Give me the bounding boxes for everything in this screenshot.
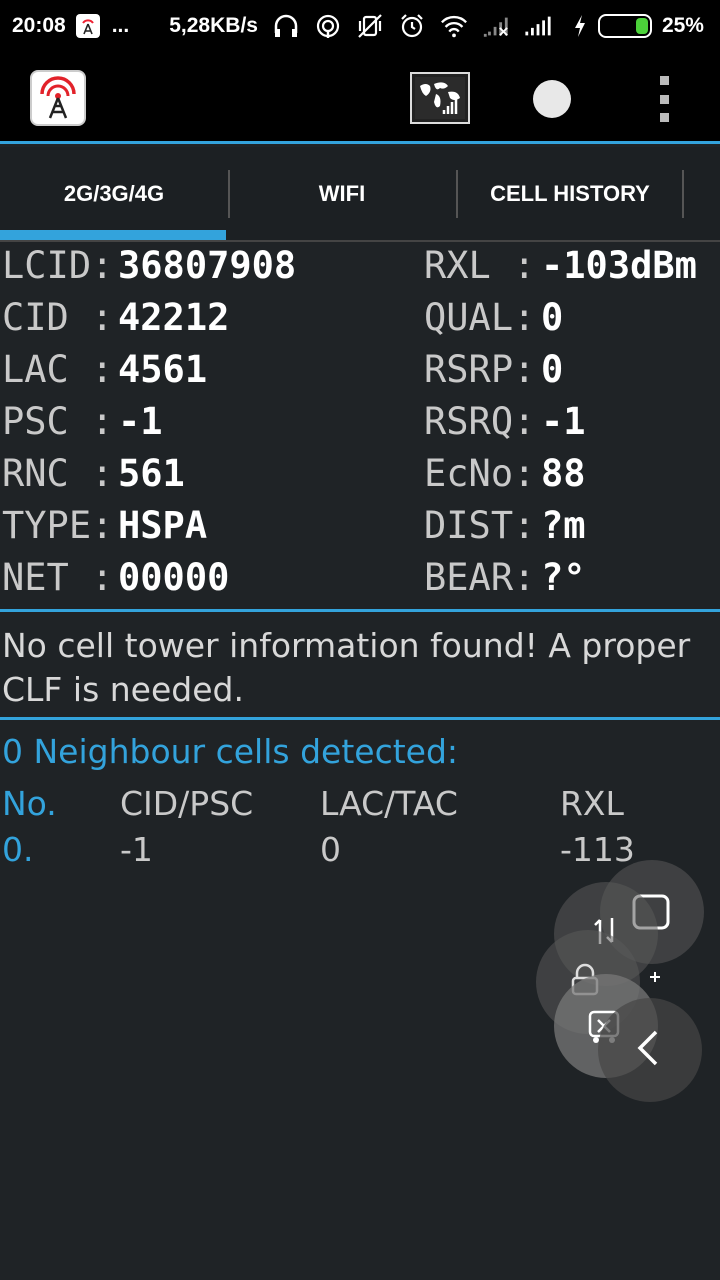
info-label: NET :	[2, 556, 114, 599]
info-label: RSRQ:	[424, 400, 536, 443]
charging-icon	[566, 12, 594, 40]
info-row: LCID: 36807908 RXL : -103dBm	[0, 244, 720, 296]
cell-info-panel: LCID: 36807908 RXL : -103dBm CID : 42212…	[0, 244, 720, 608]
tab-bar: 2G/3G/4G WIFI CELL HISTORY	[0, 147, 720, 242]
info-label: TYPE:	[2, 504, 114, 547]
more-notifications: ...	[111, 14, 130, 37]
quickball-back-button[interactable]	[598, 998, 702, 1102]
info-value: -1	[541, 400, 586, 443]
info-label: LAC :	[2, 348, 114, 391]
table-cell: 0	[320, 830, 341, 869]
status-bar: 20:08 ... 5,28KB/s 25%	[0, 0, 720, 52]
divider	[0, 717, 720, 720]
signal-no-sim-icon	[482, 12, 510, 40]
info-label: RXL :	[424, 244, 536, 287]
battery-percent: 25%	[661, 14, 704, 37]
tab-2g-3g-4g[interactable]: 2G/3G/4G	[0, 147, 228, 240]
tab-cell-history[interactable]: CELL HISTORY	[456, 147, 684, 240]
info-value: 4561	[118, 348, 208, 391]
info-value: 00000	[118, 556, 230, 599]
info-label: QUAL:	[424, 296, 536, 339]
info-row: TYPE: HSPA DIST: ?m	[0, 504, 720, 556]
battery-icon	[597, 14, 652, 38]
info-value: HSPA	[118, 504, 208, 547]
signal-icon	[524, 12, 552, 40]
info-label: DIST:	[424, 504, 536, 547]
info-value: 561	[118, 452, 185, 495]
wifi-icon	[440, 12, 468, 40]
no-tower-message: No cell tower information found! A prope…	[2, 626, 691, 709]
column-header-lac-tac: LAC/TAC	[320, 784, 458, 823]
vibrate-off-icon	[356, 12, 384, 40]
info-label: BEAR:	[424, 556, 536, 599]
info-label: LCID:	[2, 244, 114, 287]
overflow-menu-icon[interactable]	[654, 76, 674, 122]
table-cell: -113	[560, 830, 635, 869]
info-value: 0	[541, 348, 564, 391]
info-row: PSC : -1 RSRQ: -1	[0, 400, 720, 452]
headphones-icon	[272, 12, 300, 40]
hotspot-icon	[314, 12, 342, 40]
info-row: RNC : 561 EcNo: 88	[0, 452, 720, 504]
record-icon[interactable]	[533, 80, 571, 118]
info-row: LAC : 4561 RSRP: 0	[0, 348, 720, 400]
column-header-no: No.	[2, 784, 57, 823]
app-logo-icon[interactable]	[30, 70, 86, 126]
app-bar	[0, 52, 720, 144]
info-value: 36807908	[118, 244, 297, 287]
info-label: CID :	[2, 296, 114, 339]
column-header-cid-psc: CID/PSC	[120, 784, 254, 823]
app-notification-icon	[75, 14, 100, 38]
clock: 20:08	[12, 14, 66, 37]
info-label: EcNo:	[424, 452, 536, 495]
neighbour-cells-title: 0 Neighbour cells detected:	[2, 732, 459, 771]
info-value: -103dBm	[541, 244, 697, 287]
chevron-left-icon	[634, 1028, 660, 1068]
info-value: 42212	[118, 296, 230, 339]
network-speed: 5,28KB/s	[169, 14, 258, 37]
map-icon[interactable]	[410, 72, 470, 124]
info-value: 0	[541, 296, 564, 339]
info-value: -1	[118, 400, 163, 443]
alarm-icon	[398, 12, 426, 40]
info-value: ?m	[541, 504, 586, 547]
info-label: PSC :	[2, 400, 114, 443]
info-value: 88	[541, 452, 586, 495]
info-row: CID : 42212 QUAL: 0	[0, 296, 720, 348]
column-header-rxl: RXL	[560, 784, 624, 823]
info-label: RNC :	[2, 452, 114, 495]
info-value: ?°	[541, 556, 586, 599]
table-cell: -1	[120, 830, 153, 869]
tab-wifi[interactable]: WIFI	[228, 147, 456, 240]
table-cell: 0.	[2, 830, 34, 869]
info-label: RSRP:	[424, 348, 536, 391]
info-row: NET : 00000 BEAR: ?°	[0, 556, 720, 608]
sparkle-icon	[650, 972, 660, 982]
divider	[0, 609, 720, 612]
